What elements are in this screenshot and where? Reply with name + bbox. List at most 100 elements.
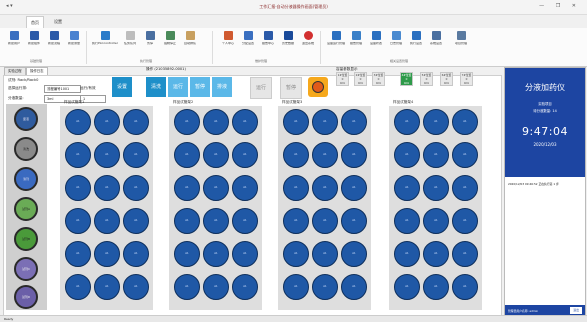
- sample-cell[interactable]: A1: [423, 208, 449, 234]
- ribbon-button-device-run[interactable]: 设备运行管理: [326, 30, 346, 56]
- sample-cell[interactable]: A1: [94, 175, 120, 201]
- sample-cell[interactable]: A1: [341, 274, 367, 300]
- sample-cell[interactable]: A1: [123, 208, 149, 234]
- sample-cell[interactable]: A1: [341, 241, 367, 267]
- sample-cell[interactable]: A1: [394, 109, 420, 135]
- reagent-slot[interactable]: 试剂A: [14, 197, 38, 221]
- sample-cell[interactable]: A1: [394, 142, 420, 168]
- sample-cell[interactable]: A1: [123, 175, 149, 201]
- ribbon-button-device-status[interactable]: 设备状态: [366, 30, 386, 56]
- ribbon-button-log-manage[interactable]: 日志管理: [386, 30, 406, 56]
- sample-cell[interactable]: A1: [341, 208, 367, 234]
- ribbon-button-report-center[interactable]: 报告中心: [258, 30, 278, 56]
- sample-cell[interactable]: A1: [452, 208, 478, 234]
- pause-mode-button[interactable]: 暂停: [190, 77, 210, 97]
- sample-cell[interactable]: A1: [312, 142, 338, 168]
- ribbon-button-profile[interactable]: 个人中心: [218, 30, 238, 56]
- sample-cell[interactable]: A1: [283, 109, 309, 135]
- sample-cell[interactable]: A1: [203, 142, 229, 168]
- setup-button[interactable]: 设置: [112, 77, 132, 97]
- sample-cell[interactable]: A1: [65, 274, 91, 300]
- sample-cell[interactable]: A1: [203, 274, 229, 300]
- tab-settings[interactable]: 设置: [50, 16, 66, 27]
- run-mode-button[interactable]: 运行: [168, 77, 188, 97]
- sample-cell[interactable]: A1: [123, 142, 149, 168]
- ribbon-button-logout[interactable]: 退出系统: [298, 30, 318, 56]
- sample-cell[interactable]: A1: [232, 142, 258, 168]
- sample-cell[interactable]: A1: [94, 142, 120, 168]
- ribbon-button-plc-controller[interactable]: 执行PLCcontroller: [92, 30, 118, 56]
- sample-cell[interactable]: A1: [174, 208, 200, 234]
- sample-cell[interactable]: A1: [394, 175, 420, 201]
- sample-cell[interactable]: A1: [312, 241, 338, 267]
- drain-button[interactable]: 排液: [212, 77, 232, 97]
- sample-cell[interactable]: A1: [174, 175, 200, 201]
- sample-cell[interactable]: A1: [174, 142, 200, 168]
- sample-cell[interactable]: A1: [94, 241, 120, 267]
- sample-cell[interactable]: A1: [423, 241, 449, 267]
- sample-cell[interactable]: A1: [283, 274, 309, 300]
- sample-cell[interactable]: A1: [203, 208, 229, 234]
- sample-cell[interactable]: A1: [341, 175, 367, 201]
- sample-cell[interactable]: A1: [341, 142, 367, 168]
- sample-cell[interactable]: A1: [452, 274, 478, 300]
- doc-tab-process[interactable]: 实验过程: [4, 67, 26, 75]
- sample-cell[interactable]: A1: [123, 274, 149, 300]
- ribbon-button-new-process[interactable]: 新建流程: [44, 30, 64, 56]
- emergency-stop-button[interactable]: [308, 77, 328, 97]
- ribbon-button-history[interactable]: 历史数据: [278, 30, 298, 56]
- sample-cell[interactable]: A1: [203, 241, 229, 267]
- reagent-slot[interactable]: 试剂B: [14, 227, 38, 251]
- sample-cell[interactable]: A1: [203, 175, 229, 201]
- sample-cell[interactable]: A1: [423, 175, 449, 201]
- sample-cell[interactable]: A1: [452, 142, 478, 168]
- sample-cell[interactable]: A1: [283, 142, 309, 168]
- reagent-slot[interactable]: 试剂D: [14, 285, 38, 309]
- ribbon-button-pause[interactable]: 暂停: [140, 30, 160, 56]
- sample-cell[interactable]: A1: [452, 241, 478, 267]
- reagent-slot[interactable]: 废液: [14, 107, 38, 131]
- sample-cell[interactable]: A1: [65, 241, 91, 267]
- sample-cell[interactable]: A1: [394, 274, 420, 300]
- sample-cell[interactable]: A1: [232, 175, 258, 201]
- sample-cell[interactable]: A1: [312, 175, 338, 201]
- reagent-slot[interactable]: 试剂C: [14, 257, 38, 281]
- logout-button[interactable]: 退出: [570, 307, 582, 314]
- ribbon-button-new-component[interactable]: 新建组件: [24, 30, 44, 56]
- ribbon-button-task-queue[interactable]: 任务队列: [120, 30, 140, 56]
- sample-cell[interactable]: A1: [423, 142, 449, 168]
- sample-cell[interactable]: A1: [94, 274, 120, 300]
- ribbon-button-assign[interactable]: 分配设置: [238, 30, 258, 56]
- sample-cell[interactable]: A1: [65, 142, 91, 168]
- ribbon-button-system-settings[interactable]: 系统设置: [426, 30, 446, 56]
- sample-cell[interactable]: A1: [394, 241, 420, 267]
- sample-cell[interactable]: A1: [283, 175, 309, 201]
- sample-cell[interactable]: A1: [174, 274, 200, 300]
- ribbon-button-project-manage[interactable]: 项目管理: [446, 30, 476, 56]
- sample-cell[interactable]: A1: [94, 109, 120, 135]
- tab-home[interactable]: 首页: [26, 16, 44, 28]
- sample-cell[interactable]: A1: [452, 175, 478, 201]
- sample-cell[interactable]: A1: [312, 109, 338, 135]
- sample-cell[interactable]: A1: [123, 109, 149, 135]
- sample-cell[interactable]: A1: [423, 109, 449, 135]
- sample-cell[interactable]: A1: [312, 274, 338, 300]
- ribbon-button-report-manage[interactable]: 报告管理: [346, 30, 366, 56]
- sample-cell[interactable]: A1: [65, 175, 91, 201]
- sample-cell[interactable]: A1: [65, 208, 91, 234]
- sample-cell[interactable]: A1: [174, 109, 200, 135]
- sample-cell[interactable]: A1: [123, 241, 149, 267]
- sample-cell[interactable]: A1: [174, 241, 200, 267]
- run-select[interactable]: 流程编号1001: [44, 85, 81, 93]
- sample-cell[interactable]: A1: [65, 109, 91, 135]
- ribbon-button-auto-queue[interactable]: 自动排队: [180, 30, 200, 56]
- sample-cell[interactable]: A1: [394, 208, 420, 234]
- ribbon-button-exec-settings[interactable]: 执行设置: [406, 30, 426, 56]
- ribbon-button-new-measure[interactable]: 新建测量: [64, 30, 84, 56]
- window-controls[interactable]: — ❐ ✕: [539, 3, 581, 9]
- sample-cell[interactable]: A1: [203, 109, 229, 135]
- reagent-slot[interactable]: 溶剂: [14, 167, 38, 191]
- sample-cell[interactable]: A1: [423, 274, 449, 300]
- pause-button[interactable]: 暂停: [280, 77, 302, 99]
- sample-cell[interactable]: A1: [341, 109, 367, 135]
